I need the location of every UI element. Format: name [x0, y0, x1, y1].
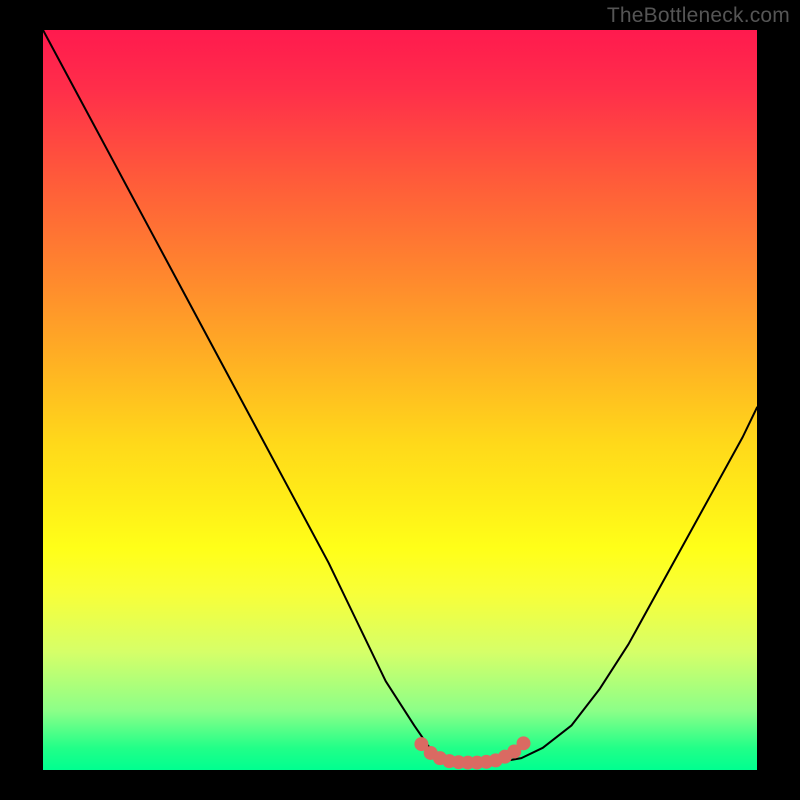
- valley-markers: [43, 30, 757, 770]
- plot-area: [43, 30, 757, 770]
- watermark-text: TheBottleneck.com: [607, 4, 790, 28]
- chart-frame: TheBottleneck.com: [0, 0, 800, 800]
